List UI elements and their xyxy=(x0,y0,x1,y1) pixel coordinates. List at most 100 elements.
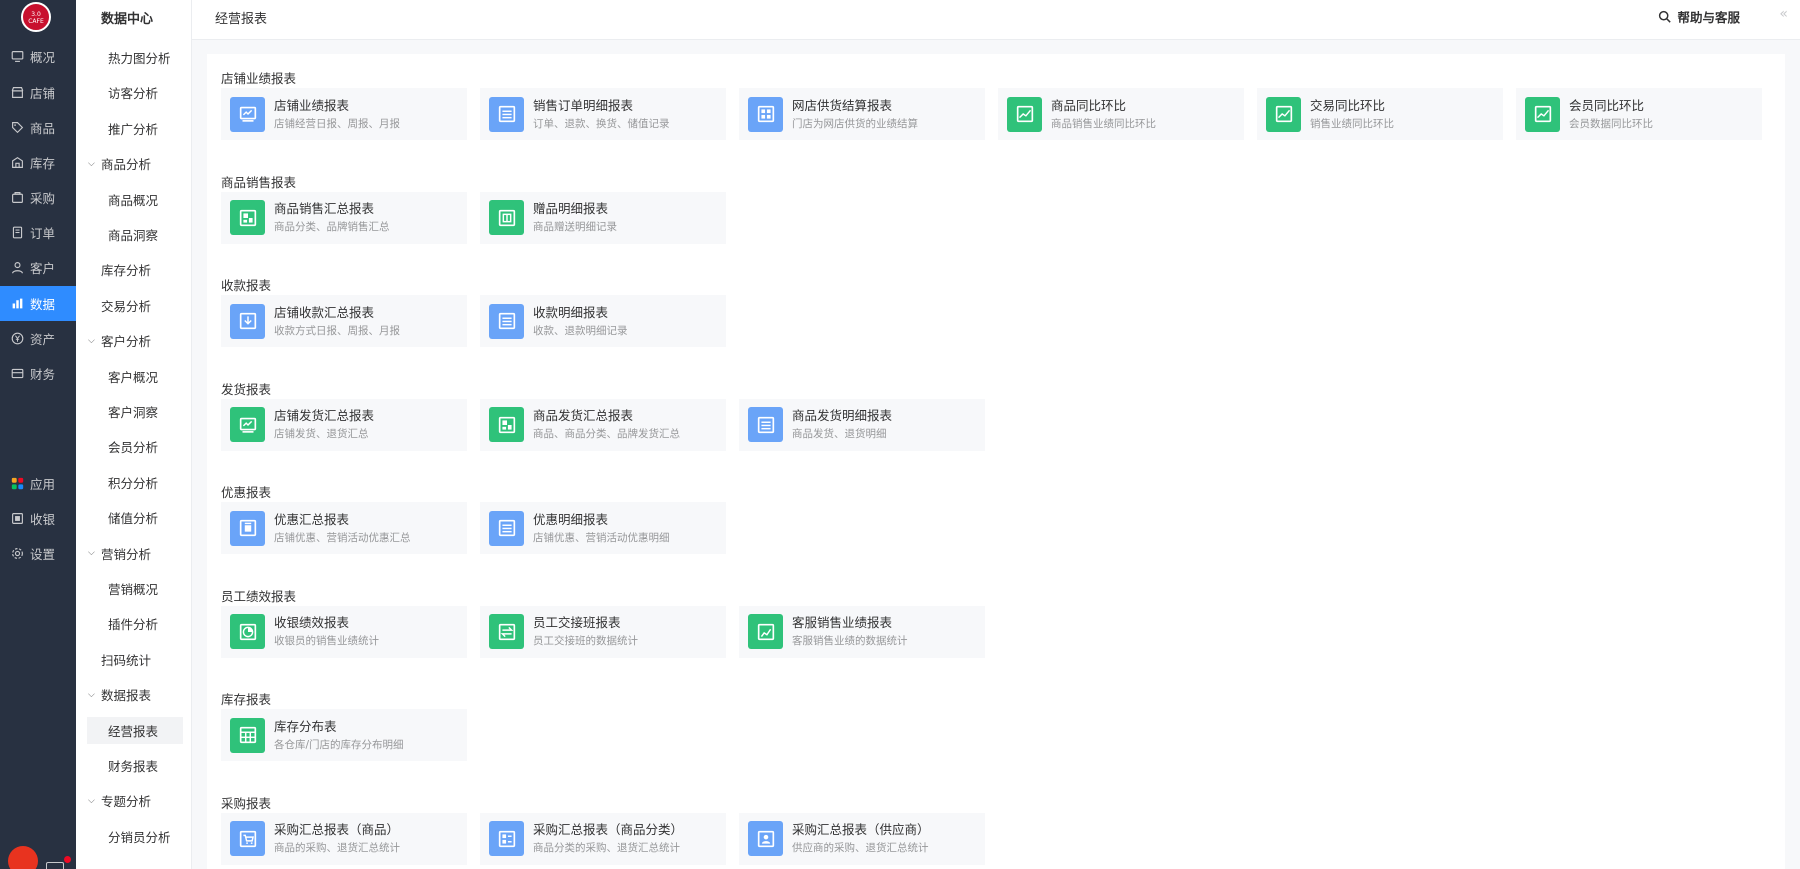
report-card[interactable]: 商品销售汇总报表 商品分类、品牌销售汇总 xyxy=(221,191,467,244)
report-card[interactable]: 收款明细报表 收款、退款明细记录 xyxy=(480,295,726,347)
subnav-item-label: 经营报表 xyxy=(108,723,159,739)
nav-item-6[interactable]: 客户 xyxy=(0,250,76,285)
report-name: 优惠明细报表 xyxy=(533,511,609,527)
subnav-item-21[interactable]: ⌵ 专题分析 xyxy=(88,787,151,814)
report-card[interactable]: 采购汇总报表（商品） 商品的采购、退货汇总统计 xyxy=(221,812,467,865)
report-name: 采购汇总报表（供应商） xyxy=(792,822,930,837)
report-icon xyxy=(230,96,265,132)
report-card[interactable]: 员工交接班报表员工交接班的数据统计 xyxy=(480,605,726,658)
subnav-item-1[interactable]: 访客分析 xyxy=(108,79,158,106)
report-card[interactable]: 交易同比环比 销售业绩同比环比 xyxy=(1257,88,1503,140)
nav-item-4[interactable]: 采购 xyxy=(0,180,76,215)
report-card[interactable]: 店铺收款汇总报表 收款方式日报、周报、月报 xyxy=(221,295,467,347)
subnav-item-3[interactable]: ⌵ 商品分析 xyxy=(88,150,151,177)
section-title: 采购报表 xyxy=(221,795,272,811)
list-icon xyxy=(489,96,524,132)
subnav-item-15[interactable]: 营销概况 xyxy=(108,575,158,602)
subnav-item-17[interactable]: 扫码统计 xyxy=(101,646,151,673)
subnav-item-label: 交易分析 xyxy=(101,298,152,314)
report-description: 商品赠送明细记录 xyxy=(533,221,617,233)
subnav-item-4[interactable]: 商品概况 xyxy=(108,186,158,213)
thumbs-up-button[interactable] xyxy=(8,846,38,869)
report-card[interactable]: 商品发货明细报表 商品发货、退货明细 xyxy=(739,398,985,451)
section-title: 库存报表 xyxy=(221,692,272,707)
subnav-item-14[interactable]: ⌵ 营销分析 xyxy=(88,540,151,567)
subnav-item-8[interactable]: ⌵ 客户分析 xyxy=(88,327,151,354)
report-card[interactable]: 商品发货汇总报表 商品、商品分类、品牌发货汇总 xyxy=(480,398,726,451)
subnav-item-0[interactable]: 热力图分析 xyxy=(108,44,171,71)
report-card[interactable]: 店铺发货汇总报表 店铺发货、退货汇总 xyxy=(221,398,467,451)
subnav-item-11[interactable]: 会员分析 xyxy=(108,433,158,460)
report-description: 店铺优惠、营销活动优惠明细 xyxy=(533,531,670,544)
list-icon xyxy=(489,510,524,546)
nav-item-label: 客户 xyxy=(30,261,56,276)
nav-item-label: 库存 xyxy=(30,156,56,171)
apps-icon xyxy=(11,477,24,490)
report-name: 员工交接班报表 xyxy=(533,615,621,630)
report-card[interactable]: 会员同比环比 会员数据同比环比 xyxy=(1516,88,1762,140)
subnav-item-12[interactable]: 积分分析 xyxy=(108,469,158,496)
report-card[interactable]: 网店供货结算报表 门店为网店供货的业绩结算 xyxy=(739,88,985,140)
message-icon[interactable] xyxy=(46,862,64,869)
nav-item-11[interactable]: 收银 xyxy=(0,501,76,536)
report-panel: 店铺业绩报表店铺业绩报表 店铺经营日报、周报、月报 销售订单明细报表 订单、退款、换货… xyxy=(207,54,1785,869)
report-card[interactable]: 优惠汇总报表 店铺优惠、营销活动优惠汇总 xyxy=(221,502,467,554)
report-description: 收银员的销售业绩统计 xyxy=(274,635,379,647)
subnav-item-20[interactable]: 财务报表 xyxy=(108,752,158,779)
nav-item-3[interactable]: 库存 xyxy=(0,145,76,180)
subnav-item-9[interactable]: 客户概况 xyxy=(108,363,158,390)
report-card[interactable]: 商品同比环比 商品销售业绩同比环比 xyxy=(998,88,1244,140)
report-card[interactable]: 库存分布表 各仓库/门店的库存分布明细 xyxy=(221,709,467,761)
logo-text-top: 3.0 xyxy=(31,11,41,18)
report-name: 赠品明细报表 xyxy=(533,201,609,216)
help-button[interactable]: 帮助与客服 xyxy=(1658,7,1740,26)
subnav-item-label: 插件分析 xyxy=(108,617,159,633)
help-label: 帮助与客服 xyxy=(1677,10,1740,25)
report-card[interactable]: 销售订单明细报表 订单、退款、换货、储值记录 xyxy=(480,88,726,140)
purchase-icon xyxy=(11,191,24,204)
subnav-item-10[interactable]: 客户洞察 xyxy=(108,398,158,425)
subnav-item-label: 营销分析 xyxy=(101,546,152,562)
subnav-item-18[interactable]: ⌵ 数据报表 xyxy=(88,681,151,708)
subnav-item-19[interactable]: 经营报表 xyxy=(87,716,183,744)
subnav-item-2[interactable]: 推广分析 xyxy=(108,115,158,142)
user-icon xyxy=(11,261,24,274)
report-card[interactable]: 店铺业绩报表 店铺经营日报、周报、月报 xyxy=(221,88,467,140)
report-card[interactable]: 优惠明细报表店铺优惠、营销活动优惠明细 xyxy=(480,502,726,554)
section-title: 店铺业绩报表 xyxy=(221,71,297,86)
report-description: 员工交接班的数据统计 xyxy=(533,635,638,647)
nav-item-7[interactable]: 数据 xyxy=(0,286,76,321)
nav-item-label: 订单 xyxy=(30,226,56,241)
subnav-item-16[interactable]: 插件分析 xyxy=(108,610,158,637)
report-card[interactable]: 采购汇总报表（商品分类） 商品分类的采购、退货汇总统计 xyxy=(480,812,726,865)
report-card[interactable]: 赠品明细报表 商品赠送明细记录 xyxy=(480,191,726,244)
brand-logo[interactable]: 3.0 CAFE xyxy=(21,2,51,32)
report-description: 订单、退款、换货、储值记录 xyxy=(533,117,670,130)
monitor-icon xyxy=(11,50,24,63)
subnav-item-13[interactable]: 储值分析 xyxy=(108,504,158,531)
report-card[interactable]: 采购汇总报表（供应商） 供应商的采购、退货汇总统计 xyxy=(739,812,985,865)
subnav-item-5[interactable]: 商品洞察 xyxy=(108,221,158,248)
subnav-item-label: 财务报表 xyxy=(108,759,159,774)
collapse-icon[interactable]: « xyxy=(1779,6,1788,22)
nav-item-8[interactable]: 资产 xyxy=(0,321,76,356)
report-description: 商品、商品分类、品牌发货汇总 xyxy=(533,428,680,440)
subnav-item-6[interactable]: 库存分析 xyxy=(101,256,151,283)
nav-item-2[interactable]: 商品 xyxy=(0,110,76,145)
nav-item-10[interactable]: 应用 xyxy=(0,466,76,501)
subnav-item-label: 专题分析 xyxy=(101,794,152,810)
subnav-item-22[interactable]: 分销员分析 xyxy=(108,823,171,850)
report-card[interactable]: 收银绩效报表 收银员的销售业绩统计 xyxy=(221,605,467,658)
nav-item-5[interactable]: 订单 xyxy=(0,215,76,250)
nav-item-12[interactable]: 设置 xyxy=(0,536,76,571)
secondary-sidebar: 数据中心 热力图分析 访客分析 推广分析 ⌵ 商品分析 商品概况 商品洞察 库存分析 交易分析 ⌵… xyxy=(76,0,192,869)
subnav-item-7[interactable]: 交易分析 xyxy=(101,292,151,319)
subnav-item-label: 商品分析 xyxy=(101,157,152,173)
nav-item-1[interactable]: 店铺 xyxy=(0,75,76,110)
list-icon xyxy=(748,407,783,442)
nav-item-0[interactable]: 概况 xyxy=(0,39,76,74)
report-card[interactable]: 客服销售业绩报表 客服销售业绩的数据统计 xyxy=(739,605,985,658)
report-name: 优惠汇总报表 xyxy=(274,511,350,527)
pie-icon xyxy=(230,614,265,649)
nav-item-9[interactable]: 财务 xyxy=(0,356,76,391)
